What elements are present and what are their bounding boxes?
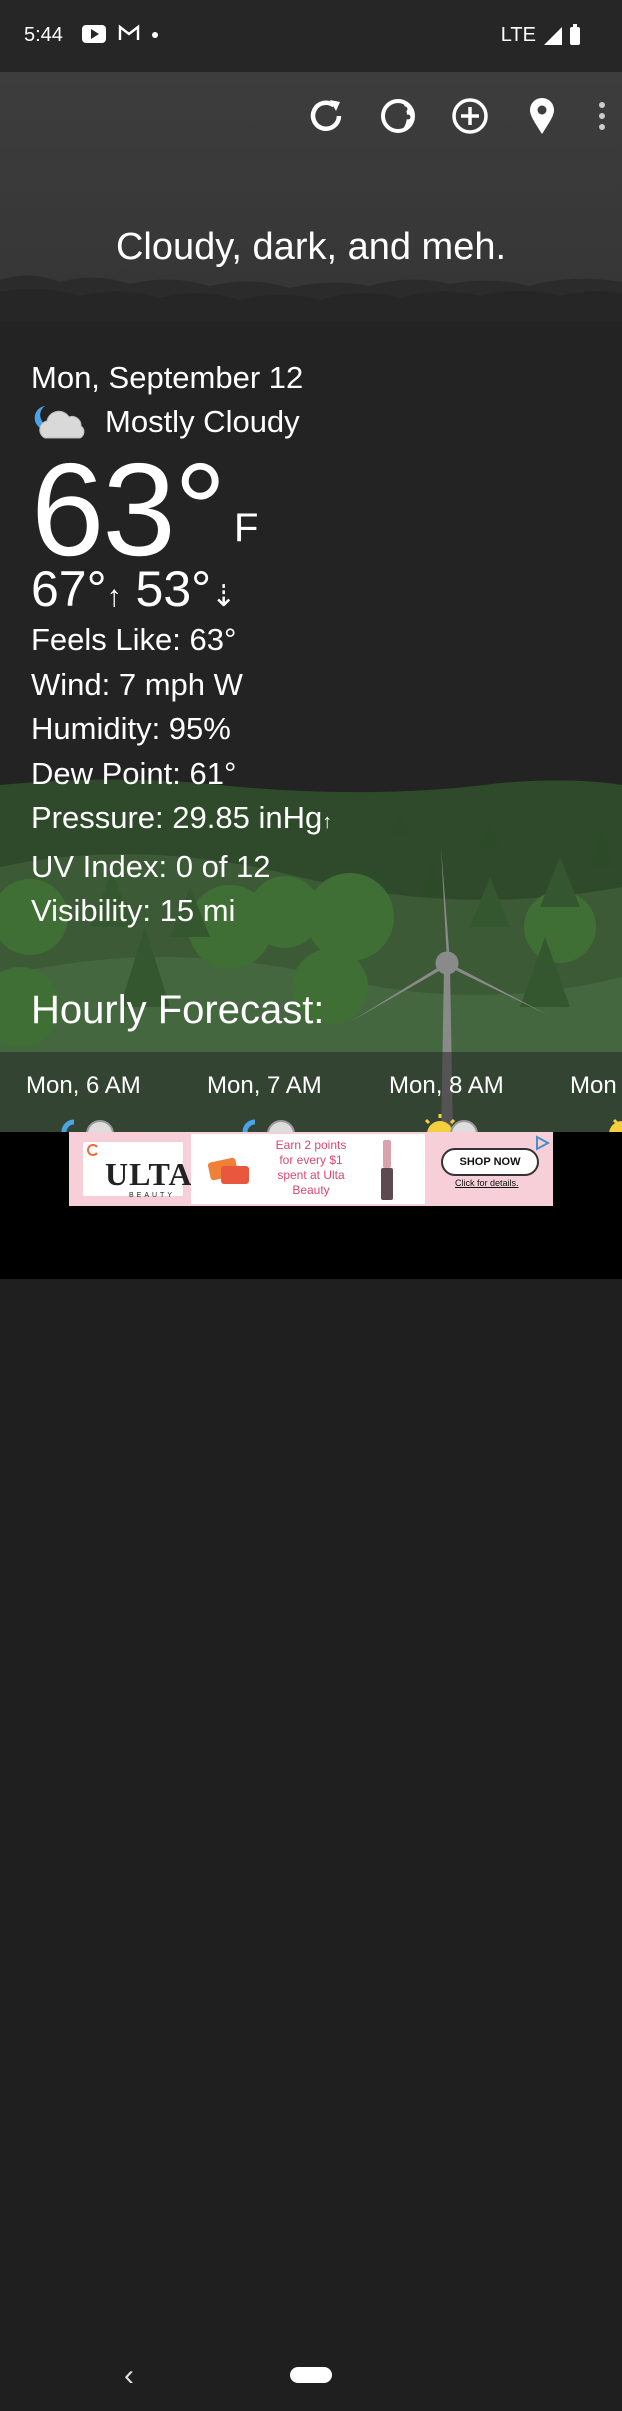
add-location-icon[interactable] (448, 96, 492, 136)
home-pill[interactable] (290, 2367, 332, 2383)
humidity: Humidity: 95% (31, 711, 231, 746)
weather-tagline: Cloudy, dark, and meh. (115, 226, 507, 268)
battery-icon (570, 23, 580, 45)
hourly-item-label[interactable]: Mon, 6 AM (26, 1072, 141, 1100)
sun-icon (609, 1118, 622, 1132)
status-system-icons: LTE (500, 23, 580, 47)
dew-point: Dew Point: 61° (31, 755, 237, 791)
status-notification-icons (82, 24, 158, 48)
theme-icon[interactable] (376, 96, 420, 136)
wind: Wind: 7 mph W (31, 666, 243, 702)
signal-icon (544, 26, 562, 45)
network-type: LTE (500, 24, 536, 46)
gmail-icon (118, 24, 140, 48)
back-icon[interactable]: ‹ (124, 2359, 134, 2393)
hourly-item-label[interactable]: Mon, 7 AM (207, 1072, 322, 1100)
temperature-block: 63° F (31, 436, 332, 583)
ad-brand-name: ULTA (105, 1156, 193, 1192)
refresh-icon[interactable] (304, 96, 348, 136)
pressure: Pressure: 29.85 inHg (31, 800, 323, 835)
uv-index: UV Index: 0 of 12 (31, 848, 271, 884)
partly-cloudy-night-icon (61, 1119, 114, 1132)
hourly-item-label[interactable]: Mon, 8 AM (389, 1072, 504, 1100)
current-temperature: 63° (31, 436, 227, 583)
partly-sunny-icon (424, 1114, 478, 1132)
ad-area: ULTA BEAUTY Earn 2 points for every $1 s… (0, 1132, 622, 2392)
current-conditions: Mon, September 12 Mostly Cloudy 63° F 67… (31, 360, 332, 934)
ad-brand-sub: BEAUTY (129, 1192, 176, 1199)
ad-banner[interactable]: ULTA BEAUTY Earn 2 points for every $1 s… (69, 1132, 553, 1206)
toolbar (304, 96, 612, 136)
ad-brand-logo[interactable]: ULTA BEAUTY (83, 1142, 192, 1199)
location-pin-icon[interactable] (520, 96, 564, 136)
ad-choices-icon[interactable] (533, 1134, 551, 1152)
pressure-rising-icon: ↑ (322, 811, 333, 833)
status-time: 5:44 (24, 24, 63, 46)
temperature-unit: F (234, 506, 259, 550)
status-bar: 5:44 LTE (0, 0, 622, 72)
ad-fine-print[interactable]: Click for details. (455, 1178, 519, 1188)
youtube-icon (82, 25, 106, 43)
navigation-bar: ‹ (0, 2343, 622, 2411)
more-options-icon[interactable] (592, 96, 612, 136)
hourly-forecast-strip[interactable]: Mon, 6 AM Mon, 7 AM Mon, 8 AM Mon (0, 1052, 622, 1132)
gift-card-icon (207, 1157, 249, 1184)
shop-now-button[interactable]: SHOP NOW (441, 1148, 539, 1176)
lip-gloss-icon (381, 1140, 393, 1200)
cloud-edge (0, 275, 622, 330)
ad-creative[interactable]: Earn 2 points for every $1 spent at Ulta… (191, 1134, 425, 1204)
hourly-item-label[interactable]: Mon (570, 1072, 617, 1100)
ulta-c-mark-icon (87, 1144, 98, 1156)
notification-dot-icon (152, 32, 158, 38)
hourly-forecast-title: Hourly Forecast: (31, 988, 325, 1032)
visibility: Visibility: 15 mi (31, 893, 236, 928)
current-date: Mon, September 12 (31, 360, 304, 395)
pressure-row: Pressure: 29.85 inHg↑ (31, 796, 332, 845)
feels-like: Feels Like: 63° (31, 622, 237, 657)
partly-cloudy-night-icon (242, 1119, 295, 1132)
ad-copy-text: Earn 2 points for every $1 spent at Ulta… (275, 1138, 347, 1197)
